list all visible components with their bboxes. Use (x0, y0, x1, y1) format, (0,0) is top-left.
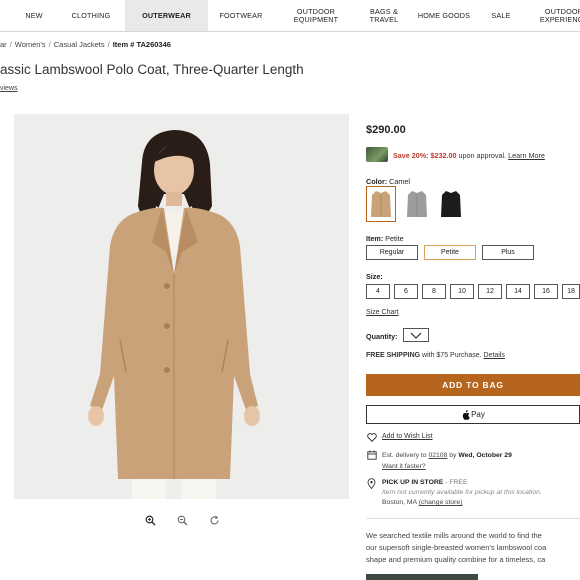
chevron-down-icon (410, 332, 422, 339)
pickup-free: - FREE (443, 479, 468, 486)
color-value: Camel (387, 177, 410, 186)
color-label-key: Color: (366, 177, 388, 186)
card-icon (366, 147, 388, 162)
fit-option-regular[interactable]: Regular (366, 245, 418, 260)
size-option-16[interactable]: 16 (534, 284, 558, 299)
rotate-icon[interactable] (207, 513, 221, 527)
apple-pay-label: Pay (471, 410, 485, 419)
swatch-camel[interactable] (366, 186, 396, 222)
shipping-info: FREE SHIPPING with $75 Purchase. Details (366, 352, 505, 359)
breadcrumb: ar / Women's / Casual Jackets / Item # TA26034… (0, 40, 171, 49)
nav-item-footwear[interactable]: FOOTWEAR (208, 0, 274, 31)
change-store-link[interactable]: (change store) (419, 499, 463, 506)
size-label: Size: (366, 272, 383, 281)
delivery-zip-link[interactable]: 02108 (428, 452, 447, 459)
calendar-icon (366, 449, 377, 460)
apple-icon (462, 409, 470, 420)
nav-item-outdoor-equipment[interactable]: OUTDOOR EQUIPMENT (280, 0, 352, 31)
delivery-date: Wed, October 29 (458, 452, 512, 459)
pickup-location: Boston, MA (382, 499, 419, 506)
size-option-10[interactable]: 10 (450, 284, 474, 299)
item-value: Petite (383, 234, 404, 243)
swatch-gray[interactable] (402, 186, 432, 222)
learn-more-link[interactable]: Learn More (508, 151, 545, 160)
apple-pay-button[interactable]: Pay (366, 405, 580, 424)
bottom-action-button[interactable] (366, 574, 478, 580)
item-number: Item # TA260346 (112, 40, 171, 49)
coat-camel-icon (371, 191, 391, 217)
pickup-info: PICK UP IN STORE - FREE Item not current… (382, 478, 542, 508)
shipping-details-link[interactable]: Details (484, 352, 505, 359)
coat-black-icon (441, 191, 461, 217)
breadcrumb-link[interactable]: ar (0, 40, 7, 49)
heart-icon[interactable] (366, 432, 377, 443)
delivery-prefix: Est. delivery to (382, 452, 429, 459)
add-to-bag-button[interactable]: ADD TO BAG (366, 374, 580, 396)
swatch-black[interactable] (436, 186, 466, 222)
nav-item-clothing[interactable]: CLOTHING (60, 0, 122, 31)
description-line: We searched textile mills around the wor… (366, 531, 542, 540)
zoom-out-icon[interactable] (175, 513, 189, 527)
model-wearing-coat-illustration (14, 114, 349, 499)
promo-line: Save 20%: $232.00 upon approval. Learn M… (393, 151, 545, 160)
want-it-faster-link[interactable]: Want it faster? (382, 463, 426, 470)
product-details: $290.00 Save 20%: $232.00 upon approval.… (366, 0, 580, 580)
divider (366, 518, 580, 519)
promo-save: Save 20%: $232.00 (393, 151, 457, 160)
shipping-bold: FREE SHIPPING (366, 352, 421, 359)
size-option-8[interactable]: 8 (422, 284, 446, 299)
breadcrumb-link-womens[interactable]: Women's (15, 40, 46, 49)
description-line: shape and premium quality combine for a … (366, 555, 546, 564)
size-option-18[interactable]: 18 (562, 284, 580, 299)
pickup-note: Item not currently available for pickup … (382, 489, 542, 496)
size-option-6[interactable]: 6 (394, 284, 418, 299)
fit-option-petite[interactable]: Petite (424, 245, 476, 260)
image-tools (143, 513, 233, 527)
item-label: Item: Petite (366, 234, 404, 243)
nav-item-outerwear[interactable]: OUTERWEAR (125, 0, 208, 31)
breadcrumb-link-casual-jackets[interactable]: Casual Jackets (54, 40, 105, 49)
price: $290.00 (366, 124, 406, 136)
zoom-in-icon[interactable] (143, 513, 157, 527)
size-option-12[interactable]: 12 (478, 284, 502, 299)
quantity-label: Quantity: (366, 332, 398, 341)
item-label-key: Item: (366, 234, 384, 243)
delivery-by: by (447, 452, 459, 459)
quantity-select[interactable] (403, 328, 429, 342)
size-option-4[interactable]: 4 (366, 284, 390, 299)
size-option-14[interactable]: 14 (506, 284, 530, 299)
promo-text: upon approval. (456, 151, 509, 160)
size-chart-link[interactable]: Size Chart (366, 309, 399, 316)
delivery-info: Est. delivery to 02108 by Wed, October 2… (382, 450, 512, 472)
nav-item-new[interactable]: NEW (8, 0, 60, 31)
add-to-wish-list-link[interactable]: Add to Wish List (382, 433, 433, 440)
color-label: Color: Camel (366, 177, 410, 186)
shipping-text: with $75 Purchase. (420, 352, 484, 359)
product-description: We searched textile mills around the wor… (366, 530, 580, 566)
pickup-title: PICK UP IN STORE (382, 479, 444, 486)
description-line: our supersoft single-breasted women's la… (366, 543, 547, 552)
coat-gray-icon (407, 191, 427, 217)
reviews-link[interactable]: views (0, 85, 18, 92)
fit-option-plus[interactable]: Plus (482, 245, 534, 260)
page-title: assic Lambswool Polo Coat, Three-Quarter… (0, 62, 304, 77)
product-image[interactable] (14, 114, 349, 499)
location-pin-icon (366, 478, 377, 489)
